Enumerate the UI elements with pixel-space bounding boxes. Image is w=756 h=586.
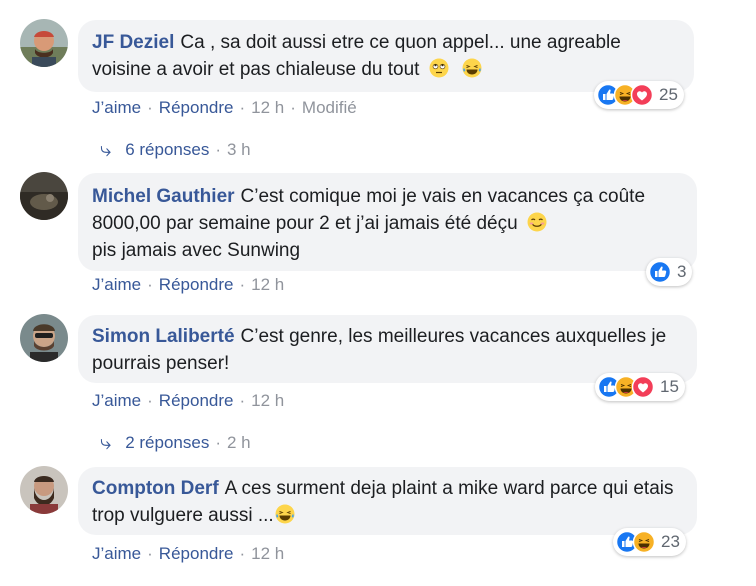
view-replies-link[interactable]: 6 réponses <box>125 139 209 161</box>
comment-actions: J’aime · Répondre · 12 h <box>92 275 285 294</box>
reaction-summary[interactable]: 25 <box>594 81 684 109</box>
comment-author[interactable]: Compton Derf <box>92 478 219 499</box>
avatar[interactable] <box>20 466 68 514</box>
reaction-count: 15 <box>660 377 679 396</box>
reaction-summary[interactable]: 15 <box>595 373 685 401</box>
reaction-count: 23 <box>661 532 680 551</box>
comment-bubble: Michel Gauthier C’est comique moi je vais… <box>78 173 697 271</box>
like-link[interactable]: J’aime <box>92 98 141 117</box>
comment-timestamp[interactable]: 12 h <box>251 275 284 294</box>
reply-arrow-icon: ⤷ <box>100 432 112 454</box>
love-reaction-icon <box>631 84 653 106</box>
view-replies-row[interactable]: ⤷ 6 réponses · 3 h <box>100 139 251 161</box>
reply-link[interactable]: Répondre <box>159 544 234 563</box>
replies-time: 2 h <box>227 433 251 452</box>
replies-time: 3 h <box>227 140 251 159</box>
haha-reaction-icon <box>633 531 655 553</box>
reaction-summary[interactable]: 23 <box>613 528 686 556</box>
smiling-emoji <box>527 212 547 232</box>
comment-text-continued: pis jamais avec Sunwing <box>92 240 301 261</box>
reply-link[interactable]: Répondre <box>159 275 234 294</box>
like-link[interactable]: J’aime <box>92 544 141 563</box>
rolling-eyes-emoji <box>429 58 449 78</box>
comment-timestamp[interactable]: 12 h <box>251 544 284 563</box>
reaction-count: 3 <box>677 262 687 281</box>
reaction-summary[interactable]: 3 <box>646 258 693 286</box>
avatar[interactable] <box>20 19 68 67</box>
comment-author[interactable]: Simon Laliberté <box>92 326 235 347</box>
like-link[interactable]: J’aime <box>92 391 141 410</box>
comment-actions: J’aime · Répondre · 12 h <box>92 544 285 563</box>
comment-author[interactable]: Michel Gauthier <box>92 186 235 207</box>
laughing-emoji <box>275 504 295 524</box>
like-reaction-icon <box>649 261 671 283</box>
laughing-emoji <box>462 58 482 78</box>
edited-label[interactable]: Modifié <box>302 98 357 117</box>
comment-timestamp[interactable]: 12 h <box>251 98 284 117</box>
avatar[interactable] <box>20 172 68 220</box>
reply-link[interactable]: Répondre <box>159 391 234 410</box>
view-replies-row[interactable]: ⤷ 2 réponses · 2 h <box>100 432 251 454</box>
like-link[interactable]: J’aime <box>92 275 141 294</box>
reply-arrow-icon: ⤷ <box>100 139 112 161</box>
comment-actions: J’aime · Répondre · 12 h <box>92 391 285 410</box>
comment-author[interactable]: JF Deziel <box>92 32 174 53</box>
comment-actions: J’aime · Répondre · 12 h · Modifié <box>92 98 357 117</box>
avatar[interactable] <box>20 314 68 362</box>
comment-timestamp[interactable]: 12 h <box>251 391 284 410</box>
comment-bubble: Compton Derf A ces surment deja plaint a … <box>78 467 697 535</box>
reaction-count: 25 <box>659 85 678 104</box>
love-reaction-icon <box>632 376 654 398</box>
view-replies-link[interactable]: 2 réponses <box>125 432 209 454</box>
reply-link[interactable]: Répondre <box>159 98 234 117</box>
